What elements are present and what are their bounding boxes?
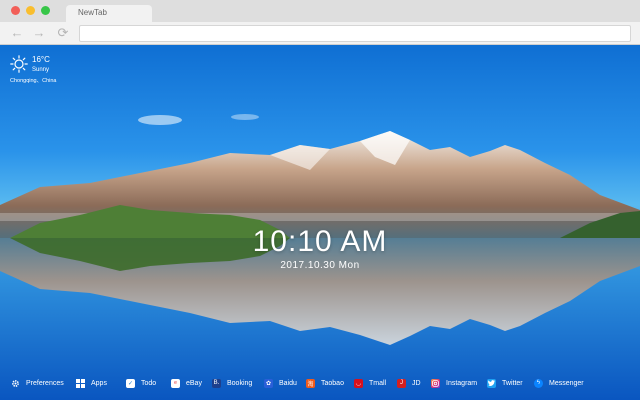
ebay-button[interactable]: e eBay (171, 375, 202, 391)
bottom-bar-label: Booking (227, 379, 253, 387)
messenger-icon: ϟ (534, 378, 543, 388)
apps-button[interactable]: Apps (76, 375, 107, 391)
browser-toolbar: ← → ⟳ (0, 22, 640, 45)
messenger-button[interactable]: ϟ Messenger (534, 375, 584, 391)
todo-button[interactable]: ✓ Todo (126, 375, 156, 391)
sun-icon (10, 55, 28, 73)
clock-date: 2017.10.30 Mon (280, 260, 360, 271)
weather-location: Chongqing、China (10, 78, 57, 84)
address-bar[interactable] (79, 25, 631, 42)
instagram-button[interactable]: Instagram (431, 375, 477, 391)
bottom-bar-label: JD (412, 379, 421, 387)
checkbox-icon: ✓ (126, 378, 135, 388)
clock-time: 10:10 AM (252, 225, 388, 258)
tmall-icon: ◡ (354, 378, 363, 388)
bottom-bar: Preferences Apps ✓ Todo e eBay B. Bookin… (0, 375, 640, 393)
newtab-page: 16°C Sunny Chongqing、China 10:10 AM 2017… (0, 45, 640, 400)
taobao-button[interactable]: 淘 Taobao (306, 375, 344, 391)
bottom-bar-label: Todo (141, 379, 157, 387)
twitter-icon (487, 378, 496, 388)
bottom-bar-label: Apps (91, 379, 107, 387)
bottom-bar-label: Preferences (26, 379, 64, 387)
weather-condition: Sunny (32, 67, 50, 73)
bottom-bar-label: Tmall (369, 379, 387, 387)
back-arrow-icon[interactable]: ← (9, 25, 25, 41)
bottom-bar-label: Instagram (446, 379, 478, 387)
bottom-bar-label: Taobao (321, 379, 344, 387)
forward-arrow-icon[interactable]: → (31, 25, 47, 41)
bottom-bar-label: Messenger (549, 379, 584, 387)
bottom-bar-label: Baidu (279, 379, 297, 387)
booking-button[interactable]: B. Booking (212, 375, 252, 391)
apps-grid-icon (76, 378, 85, 388)
baidu-button[interactable]: ✿ Baidu (264, 375, 297, 391)
tab-title: NewTab (78, 8, 107, 17)
gear-icon (11, 379, 20, 388)
jd-icon: J (397, 378, 406, 388)
bottom-bar-label: Twitter (502, 379, 523, 387)
reload-icon[interactable]: ⟳ (55, 25, 71, 41)
tmall-button[interactable]: ◡ Tmall (354, 375, 386, 391)
mountain-lake-background (0, 114, 640, 400)
twitter-button[interactable]: Twitter (487, 375, 523, 391)
booking-icon: B. (212, 378, 221, 388)
taobao-icon: 淘 (306, 378, 315, 388)
browser-titlebar: NewTab (0, 0, 640, 22)
weather-temperature: 16°C (32, 55, 50, 64)
bottom-bar-label: eBay (186, 379, 202, 387)
close-window-button[interactable] (11, 6, 20, 15)
ebay-icon: e (171, 378, 180, 388)
jd-button[interactable]: J JD (397, 375, 421, 391)
baidu-icon: ✿ (264, 378, 273, 388)
minimize-window-button[interactable] (26, 6, 35, 15)
browser-tab[interactable]: NewTab (66, 5, 152, 22)
instagram-icon (431, 378, 440, 388)
maximize-window-button[interactable] (41, 6, 50, 15)
preferences-button[interactable]: Preferences (11, 375, 64, 391)
